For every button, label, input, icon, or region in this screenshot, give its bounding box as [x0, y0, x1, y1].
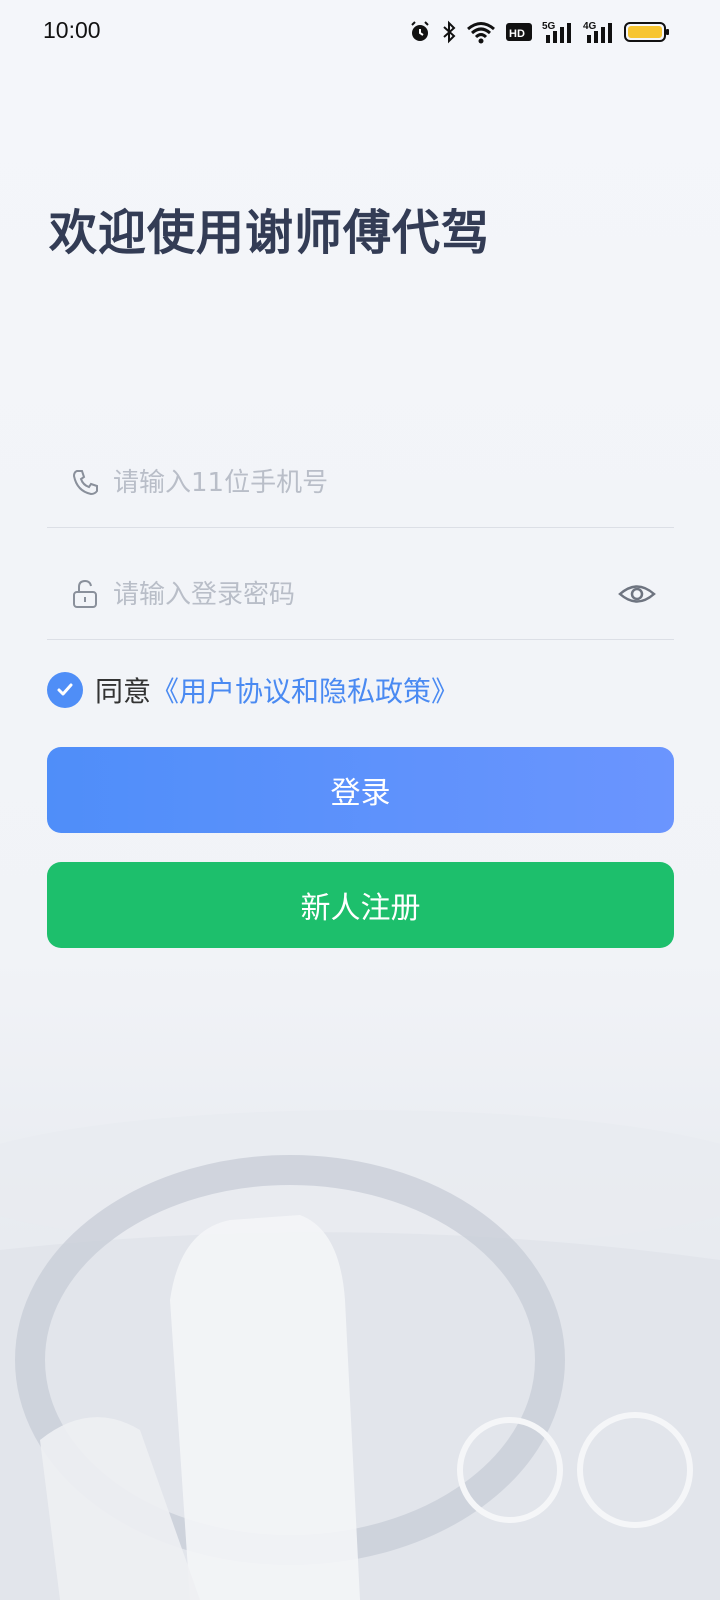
eye-icon[interactable]	[618, 575, 656, 613]
bluetooth-icon	[441, 20, 457, 44]
svg-text:5G: 5G	[542, 21, 556, 32]
wifi-icon	[466, 20, 496, 44]
alarm-icon	[408, 20, 432, 44]
5g-signal-icon: 5G	[542, 19, 574, 45]
status-time: 10:00	[43, 17, 101, 43]
unlock-icon	[73, 579, 97, 608]
hd-icon: HD	[505, 21, 533, 43]
svg-text:4G: 4G	[583, 21, 597, 32]
password-input[interactable]	[111, 571, 595, 619]
svg-text:HD: HD	[509, 28, 525, 40]
phone-icon	[72, 470, 98, 496]
check-icon	[57, 683, 73, 696]
welcome-title: 欢迎使用谢师傅代驾	[49, 205, 491, 261]
status-bar: 10:00 HD 5G 4G	[0, 0, 720, 66]
login-button[interactable]: 登录	[47, 747, 674, 833]
agreement-checkbox[interactable]	[47, 672, 83, 708]
phone-input[interactable]	[111, 459, 595, 507]
battery-icon	[624, 20, 670, 44]
agreement-prefix: 同意	[95, 675, 152, 708]
4g-signal-icon: 4G	[583, 19, 615, 45]
password-field	[47, 549, 674, 640]
phone-field	[47, 437, 674, 528]
agreement-link[interactable]: 《用户协议和隐私政策》	[151, 670, 459, 710]
register-button[interactable]: 新人注册	[47, 862, 674, 948]
agreement-row: 同意 《用户协议和隐私政策》	[47, 670, 459, 710]
